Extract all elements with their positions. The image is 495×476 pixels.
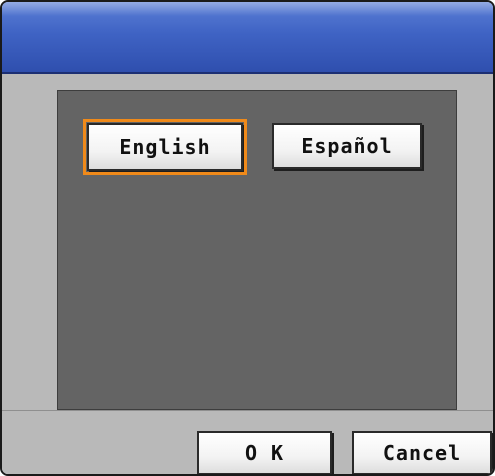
language-dialog: English Español O K Cancel [0,0,495,476]
cancel-button[interactable]: Cancel [352,431,492,474]
title-bar [2,2,493,74]
spanish-button[interactable]: Español [272,123,422,169]
ok-button[interactable]: O K [197,431,332,474]
title-bar-gloss [2,2,493,16]
english-button[interactable]: English [83,119,247,175]
